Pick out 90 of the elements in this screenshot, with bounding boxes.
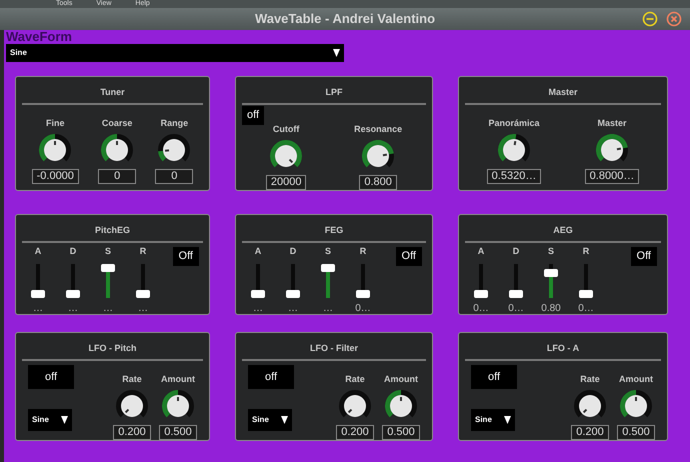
slider-thumb[interactable]	[509, 290, 523, 298]
slider-value: …	[253, 304, 263, 314]
value-field[interactable]: 0.200	[336, 425, 374, 440]
value-field[interactable]: 0.5320…	[486, 169, 542, 184]
knob-label: Fine	[46, 119, 65, 128]
panel-title: LFO - A	[546, 343, 580, 353]
slider-value: 0…	[508, 304, 524, 314]
slider-value: …	[323, 304, 333, 314]
slider-value: …	[103, 304, 113, 314]
knob-label: Resonance	[354, 124, 402, 134]
dropdown-arrow-icon	[333, 49, 340, 57]
slider-label: A	[254, 247, 262, 256]
toggle-button[interactable]: off	[471, 365, 517, 389]
slider-label: R	[360, 247, 366, 256]
slider-value: 0…	[473, 304, 489, 314]
knob-label: Range	[160, 119, 188, 128]
slider-thumb[interactable]	[579, 290, 593, 298]
panel-title: LFO - Filter	[310, 343, 358, 353]
panel-title: LFO - Pitch	[88, 343, 136, 353]
value-field[interactable]: 0.800	[359, 174, 398, 190]
toggle-button[interactable]: off	[242, 106, 264, 124]
slider-label: D	[70, 247, 76, 256]
dropdown-arrow-icon	[281, 416, 288, 424]
value-field[interactable]: 0.500	[382, 425, 420, 440]
knob-label: Rate	[580, 375, 600, 384]
slider-value: …	[138, 304, 148, 314]
knob-label: Coarse	[102, 119, 132, 128]
slider-thumb[interactable]	[286, 290, 300, 298]
slider-value: …	[33, 304, 43, 314]
toggle-button[interactable]: off	[248, 365, 294, 389]
value-field[interactable]: -0.0000	[32, 169, 79, 184]
slider-thumb[interactable]	[544, 269, 558, 278]
waveform-label: WaveForm	[6, 31, 73, 43]
slider-label: D	[512, 247, 520, 256]
panel-title: PitchEG	[94, 225, 130, 235]
close-icon[interactable]	[666, 11, 682, 27]
value-field[interactable]: 0	[155, 169, 194, 184]
slider-thumb[interactable]	[31, 290, 45, 298]
toggle-button[interactable]: Off	[172, 247, 199, 266]
knob-label: Rate	[345, 375, 365, 384]
knob-label: Panorámica	[488, 119, 540, 128]
slider-thumb[interactable]	[66, 290, 80, 298]
toggle-button[interactable]: off	[28, 365, 74, 389]
value-field[interactable]: 0.200	[571, 425, 609, 440]
value-field[interactable]: 0.500	[159, 425, 197, 440]
slider-thumb[interactable]	[136, 290, 150, 298]
slider-value: 0…	[355, 304, 371, 314]
wave-dropdown[interactable]: Sine	[248, 409, 292, 431]
slider-label: A	[478, 247, 484, 256]
panel-title: Master	[548, 87, 578, 97]
slider-label: D	[290, 247, 296, 256]
value-field[interactable]: 0.8000…	[584, 169, 640, 184]
value-field[interactable]: 0.200	[113, 425, 151, 440]
wave-dropdown[interactable]: Sine	[471, 409, 515, 431]
slider-thumb[interactable]	[321, 264, 335, 272]
panel-title: LPF	[326, 87, 342, 97]
slider-label: R	[140, 247, 146, 256]
window-title: WaveTable - Andrei Valentino	[254, 10, 436, 28]
slider-value: 0.80	[541, 304, 561, 314]
knob-label: Amount	[384, 375, 418, 384]
knob-label: Cutoff	[272, 124, 300, 134]
knob-label: Rate	[122, 375, 142, 384]
value-field[interactable]: 0.500	[617, 425, 655, 440]
slider-value: …	[68, 304, 78, 314]
panel-title: Tuner	[100, 87, 125, 97]
slider-label: S	[104, 247, 111, 256]
toggle-button[interactable]: Off	[396, 247, 422, 266]
slider-label: A	[34, 247, 42, 256]
value-field[interactable]: 20000	[266, 174, 306, 190]
knob-label: Master	[597, 119, 626, 128]
minimize-icon[interactable]	[642, 11, 658, 27]
slider-thumb[interactable]	[101, 264, 115, 272]
slider-label: R	[582, 247, 590, 256]
knob-label: Amount	[161, 375, 195, 384]
knob-label: Amount	[619, 375, 653, 384]
value-field[interactable]: 0	[98, 169, 136, 184]
panel-title: AEG	[553, 225, 573, 235]
slider-thumb[interactable]	[251, 290, 265, 298]
waveform-dropdown[interactable]: Sine	[6, 44, 344, 62]
dropdown-arrow-icon	[61, 416, 68, 424]
toggle-button[interactable]: Off	[630, 247, 657, 266]
panel-title: FEG	[324, 225, 344, 235]
wave-dropdown[interactable]: Sine	[28, 409, 72, 431]
slider-thumb[interactable]	[356, 290, 370, 298]
dropdown-arrow-icon	[504, 416, 511, 424]
slider-label: S	[548, 247, 554, 256]
slider-value: 0…	[578, 304, 594, 314]
slider-label: S	[324, 247, 331, 256]
slider-value: …	[288, 304, 298, 314]
slider-thumb[interactable]	[474, 290, 488, 298]
